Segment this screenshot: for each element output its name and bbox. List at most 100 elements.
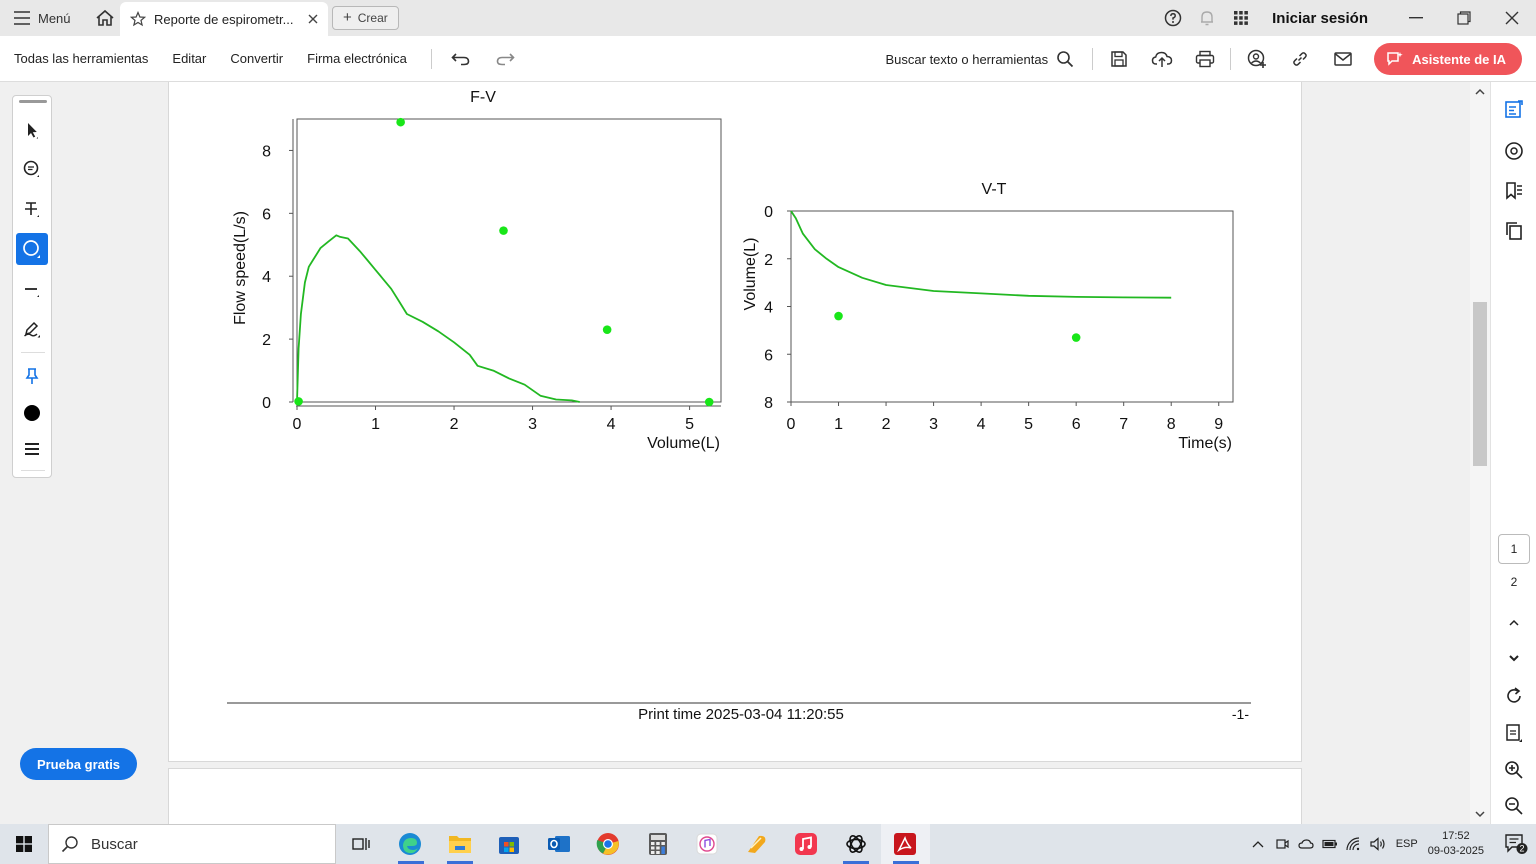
- previous-page-icon[interactable]: [1499, 608, 1529, 638]
- sign-in-link[interactable]: Iniciar sesión: [1258, 10, 1392, 27]
- star-icon[interactable]: [130, 11, 146, 27]
- current-page-field[interactable]: 1: [1498, 534, 1530, 564]
- x-tick-label: 4: [977, 416, 986, 433]
- music-icon: [795, 833, 818, 855]
- close-tab-icon[interactable]: [308, 14, 318, 24]
- flow-volume-chart: 0 1 2 3 4 5 0 2 4 6 8 F-V Volume(L) Flow speed(L/s…: [232, 89, 722, 452]
- plus-icon: +: [343, 9, 352, 26]
- start-button[interactable]: [0, 824, 48, 864]
- scroll-up-icon[interactable]: [1474, 86, 1486, 98]
- restore-button[interactable]: [1440, 0, 1488, 36]
- chrome-icon: [596, 833, 620, 855]
- convert-menu[interactable]: Convertir: [230, 51, 283, 66]
- task-view-icon: [352, 838, 370, 850]
- email-icon[interactable]: [1321, 36, 1364, 82]
- line-tool[interactable]: [16, 273, 48, 305]
- x-tick-label: 6: [1072, 416, 1081, 433]
- select-tool[interactable]: [16, 114, 48, 146]
- draw-tool[interactable]: [16, 313, 48, 345]
- chatgpt-app[interactable]: [831, 824, 881, 864]
- store-icon: [499, 837, 520, 854]
- onedrive-icon[interactable]: [1294, 824, 1318, 864]
- search-icon: [1057, 51, 1074, 68]
- minimize-button[interactable]: [1392, 0, 1440, 36]
- free-trial-button[interactable]: Prueba gratis: [20, 748, 137, 780]
- redo-icon[interactable]: [490, 44, 520, 74]
- pin-tool[interactable]: [16, 360, 48, 392]
- ai-assistant-button[interactable]: Asistente de IA: [1374, 43, 1522, 75]
- comments-icon[interactable]: [1499, 136, 1529, 166]
- pages-icon[interactable]: [1499, 216, 1529, 246]
- x-tick-label: 0: [293, 416, 302, 433]
- tab-title: Reporte de espirometr...: [154, 11, 294, 27]
- bell-icon[interactable]: [1190, 0, 1224, 36]
- help-icon[interactable]: [1156, 0, 1190, 36]
- fit-page-icon[interactable]: [1499, 718, 1529, 748]
- ellipse-tool[interactable]: [16, 233, 48, 265]
- x-tick-label: 3: [528, 416, 537, 433]
- bookmarks-icon[interactable]: [1499, 176, 1529, 206]
- text-edit-tool[interactable]: [16, 193, 48, 225]
- scroll-down-icon[interactable]: [1474, 808, 1486, 820]
- save-icon[interactable]: [1097, 36, 1140, 82]
- home-icon[interactable]: [93, 6, 117, 30]
- all-tools-menu[interactable]: Todas las herramientas: [14, 51, 148, 66]
- chrome-app[interactable]: [584, 824, 634, 864]
- search-tools[interactable]: Buscar texto o herramientas: [886, 50, 1075, 68]
- task-view-button[interactable]: [336, 824, 386, 864]
- main-toolbar: Todas las herramientas Editar Convertir …: [0, 36, 1536, 82]
- windows-taskbar: Buscar ESP 17:52 09-03-2025 2: [0, 824, 1536, 864]
- music-app[interactable]: [782, 824, 832, 864]
- create-button[interactable]: + Crear: [332, 6, 399, 30]
- share-user-icon[interactable]: [1235, 36, 1278, 82]
- edge-app[interactable]: [386, 824, 436, 864]
- file-explorer-app[interactable]: [435, 824, 485, 864]
- edit-pdf-icon[interactable]: [1499, 94, 1529, 124]
- notification-center[interactable]: 2: [1496, 824, 1536, 864]
- document-tab[interactable]: Reporte de espirometr...: [120, 2, 328, 36]
- itunes-app[interactable]: [683, 824, 733, 864]
- data-point: [834, 311, 843, 321]
- quick-tools-panel: [12, 95, 52, 478]
- acrobat-icon: [894, 833, 917, 855]
- scrollbar-thumb[interactable]: [1473, 302, 1487, 466]
- menu-button[interactable]: Menú: [0, 0, 71, 36]
- apps-grid-icon[interactable]: [1224, 0, 1258, 36]
- print-icon[interactable]: [1183, 36, 1226, 82]
- pinned-app[interactable]: [732, 824, 782, 864]
- calculator-app[interactable]: [633, 824, 683, 864]
- zoom-out-icon[interactable]: [1499, 791, 1529, 821]
- meet-now-icon[interactable]: [1270, 824, 1294, 864]
- windows-logo-icon: [16, 836, 32, 852]
- wifi-icon[interactable]: [1342, 824, 1366, 864]
- comment-tool[interactable]: [16, 153, 48, 185]
- zoom-in-icon[interactable]: [1499, 755, 1529, 785]
- vt-plot-frame: [790, 210, 1234, 403]
- stroke-width-tool[interactable]: [16, 433, 48, 465]
- edit-menu[interactable]: Editar: [172, 51, 206, 66]
- next-page-icon[interactable]: [1499, 643, 1529, 673]
- cloud-upload-icon[interactable]: [1140, 36, 1183, 82]
- rotate-icon[interactable]: [1499, 681, 1529, 711]
- color-picker[interactable]: [16, 397, 48, 429]
- y-tick-label: 2: [262, 332, 271, 349]
- circle-icon: [23, 240, 40, 258]
- x-tick-label: 5: [1024, 416, 1033, 433]
- undo-icon[interactable]: [446, 44, 476, 74]
- volume-icon[interactable]: [1366, 824, 1390, 864]
- close-window-button[interactable]: [1488, 0, 1536, 36]
- taskbar-search[interactable]: Buscar: [48, 824, 336, 864]
- input-language[interactable]: ESP: [1396, 838, 1418, 850]
- y-tick-label: 4: [764, 300, 773, 317]
- vertical-scrollbar[interactable]: [1470, 82, 1490, 824]
- battery-icon[interactable]: [1318, 824, 1342, 864]
- panel-drag-handle[interactable]: [19, 100, 47, 103]
- link-icon[interactable]: [1278, 36, 1321, 82]
- clock[interactable]: 17:52 09-03-2025: [1428, 829, 1484, 859]
- tray-overflow-icon[interactable]: [1246, 824, 1270, 864]
- acrobat-app[interactable]: [880, 824, 930, 864]
- esign-menu[interactable]: Firma electrónica: [307, 51, 407, 66]
- toolbar-divider: [1230, 48, 1232, 70]
- store-app[interactable]: [485, 824, 535, 864]
- outlook-app[interactable]: [534, 824, 584, 864]
